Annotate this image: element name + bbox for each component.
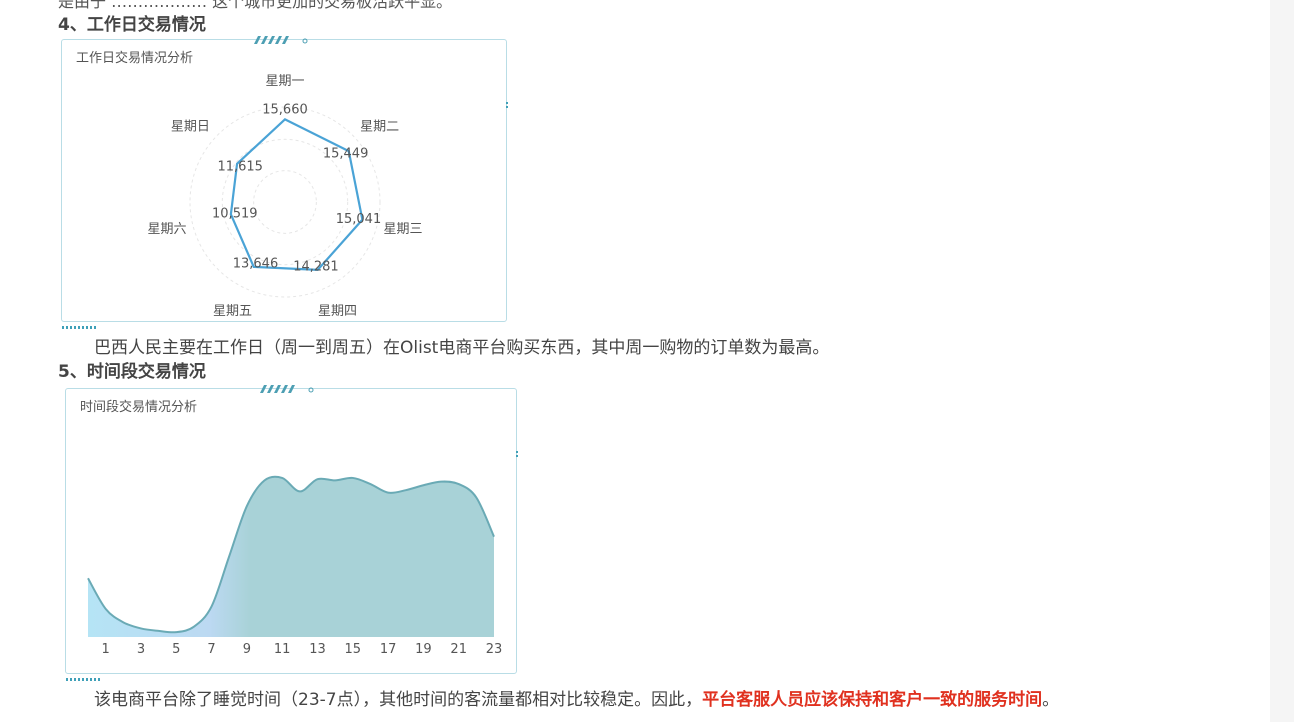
x-tick-label: 13 (309, 642, 326, 657)
x-tick-label: 5 (172, 642, 180, 657)
radar-value-label: 15,449 (323, 147, 369, 162)
radar-value-label: 10,519 (212, 206, 258, 221)
x-tick-label: 17 (380, 642, 397, 657)
x-tick-label: 1 (102, 642, 110, 657)
card-side-dots (516, 451, 518, 459)
radar-value-label: 15,660 (262, 102, 308, 117)
hourly-chart-card: 时间段交易情况分析 1 3 5 7 9 11 13 15 17 19 21 23 (65, 385, 518, 681)
right-scroll-rail[interactable] (1270, 0, 1294, 722)
x-tick-label: 15 (345, 642, 362, 657)
radar-value-label: 11,615 (217, 159, 262, 174)
radar-value-label: 13,646 (233, 256, 279, 271)
radar-value-label: 14,281 (293, 259, 339, 274)
radar-category-label: 星期六 (148, 222, 187, 237)
paragraph-text: 该电商平台除了睡觉时间（23-7点），其他时间的客流量都相对比较稳定。因此， (94, 690, 703, 710)
card-corner-dots (66, 678, 100, 681)
radar-series-line (229, 118, 364, 272)
x-tick-label: 21 (450, 642, 467, 657)
radar-category-label: 星期二 (360, 120, 399, 135)
x-tick-label: 9 (243, 642, 251, 657)
radar-category-label: 星期五 (213, 304, 252, 319)
radar-grid-ring (253, 170, 317, 234)
x-tick-label: 19 (415, 642, 432, 657)
weekday-radar-chart[interactable]: 星期一星期二星期三星期四 星期五 星期六 星期日 15,660 15,449 15,041 1… (62, 40, 506, 321)
highlighted-conclusion: 平台客服人员应该保持和客户一致的服务时间 (702, 690, 1043, 710)
paragraph-end: 。 (1042, 690, 1060, 710)
radar-category-label: 星期四 (318, 304, 357, 319)
section-4-paragraph: 巴西人民主要在工作日（周一到周五）在Olist电商平台购买东西，其中周一购物的订… (94, 338, 830, 358)
x-tick-label: 7 (207, 642, 215, 657)
section-4-title: 4、工作日交易情况 (58, 15, 206, 35)
hourly-area-chart[interactable]: 1 3 5 7 9 11 13 15 17 19 21 23 (66, 389, 516, 673)
weekday-chart-card: 工作日交易情况分析 星期一 星期二 星期三 星期四 星期五 星期六 星期日 15,660 15,… (61, 36, 508, 329)
section-5-title: 5、时间段交易情况 (58, 362, 206, 382)
radar-category-label: 星期一 (265, 74, 304, 89)
x-tick-label: 3 (137, 642, 145, 657)
card-side-dots (506, 102, 508, 110)
radar-category-label: 星期日 (171, 120, 210, 135)
x-tick-label: 11 (274, 642, 291, 657)
area-series-fill (88, 476, 494, 637)
radar-category-label: 星期三 (383, 222, 422, 237)
x-tick-label: 23 (486, 642, 503, 657)
card-corner-dots (62, 326, 96, 329)
section-5-paragraph: 该电商平台除了睡觉时间（23-7点），其他时间的客流量都相对比较稳定。因此，平台… (94, 685, 1059, 710)
radar-value-label: 15,041 (336, 212, 382, 227)
